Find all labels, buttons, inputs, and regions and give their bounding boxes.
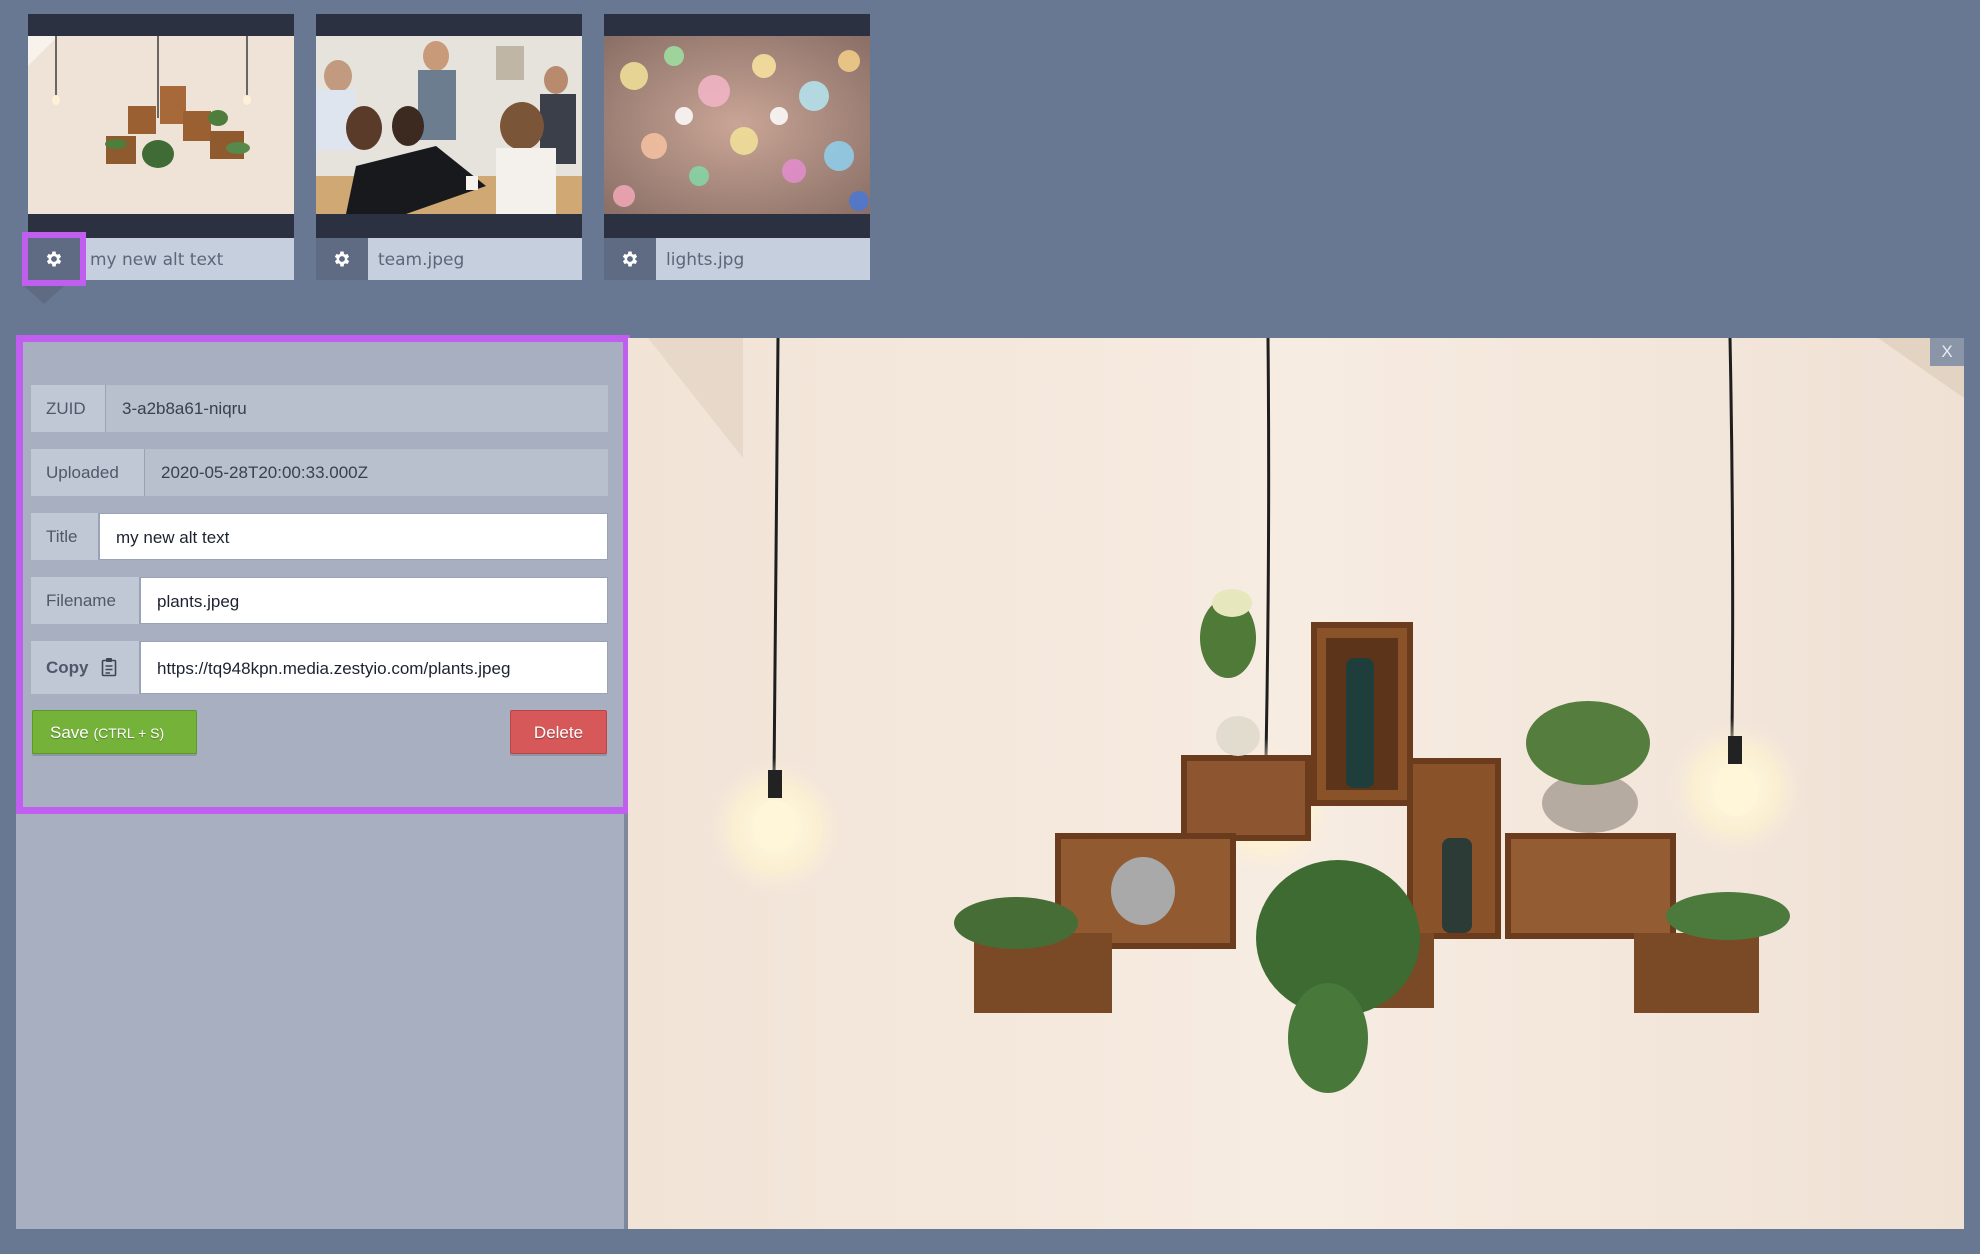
thumbnail-image-team	[316, 36, 582, 214]
uploaded-row: Uploaded 2020-05-28T20:00:33.000Z	[31, 449, 608, 496]
zuid-row: ZUID 3-a2b8a61-niqru	[31, 385, 608, 432]
thumbnail-label-bar: lights.jpg	[604, 238, 870, 280]
zuid-label: ZUID	[31, 385, 106, 432]
delete-button[interactable]: Delete	[510, 710, 607, 754]
title-input[interactable]	[116, 515, 607, 561]
uploaded-value: 2020-05-28T20:00:33.000Z	[145, 449, 608, 496]
title-field[interactable]	[99, 513, 608, 561]
thumbnail-name: lights.jpg	[666, 250, 745, 270]
selected-caret	[24, 286, 64, 304]
thumbnail-card[interactable]: team.jpeg	[316, 14, 582, 280]
thumbnail-frame[interactable]	[604, 14, 870, 238]
thumbnail-settings-button[interactable]	[316, 238, 368, 280]
uploaded-label: Uploaded	[31, 449, 145, 496]
thumbnail-name: team.jpeg	[378, 250, 465, 270]
filename-input[interactable]	[157, 579, 607, 625]
close-preview-button[interactable]: X	[1930, 338, 1964, 366]
save-shortcut: (CTRL + S)	[93, 725, 165, 741]
thumbnail-label-bar: my new alt text	[22, 232, 294, 286]
thumbnail-label-bar: team.jpeg	[316, 238, 582, 280]
thumbnail-frame[interactable]	[28, 14, 294, 238]
zuid-value: 3-a2b8a61-niqru	[106, 385, 608, 432]
url-input[interactable]	[157, 643, 607, 695]
thumbnail-settings-button[interactable]	[22, 232, 86, 286]
thumbnail-image-plants	[28, 36, 294, 214]
filename-label: Filename	[31, 577, 140, 624]
thumbnail-settings-button[interactable]	[604, 238, 656, 280]
gear-icon	[46, 251, 62, 267]
save-label: Save	[50, 723, 89, 742]
clipboard-icon	[101, 658, 117, 677]
thumbnail-name: my new alt text	[90, 250, 224, 270]
url-field[interactable]	[140, 641, 608, 695]
thumbnail-card[interactable]: my new alt text	[22, 14, 294, 286]
thumbnail-image-lights	[604, 36, 870, 214]
image-preview	[628, 338, 1964, 1229]
filename-row: Filename	[31, 577, 608, 625]
title-row: Title	[31, 513, 608, 561]
thumbnail-card[interactable]: lights.jpg	[604, 14, 870, 280]
copy-url-button[interactable]: Copy	[31, 641, 140, 694]
filename-field[interactable]	[140, 577, 608, 625]
gear-icon	[622, 251, 638, 267]
thumbnail-frame[interactable]	[316, 14, 582, 238]
gear-icon	[334, 251, 350, 267]
title-label: Title	[31, 513, 99, 560]
save-button[interactable]: Save (CTRL + S)	[32, 710, 197, 754]
copy-label: Copy	[46, 658, 89, 677]
url-row: Copy	[31, 641, 608, 695]
